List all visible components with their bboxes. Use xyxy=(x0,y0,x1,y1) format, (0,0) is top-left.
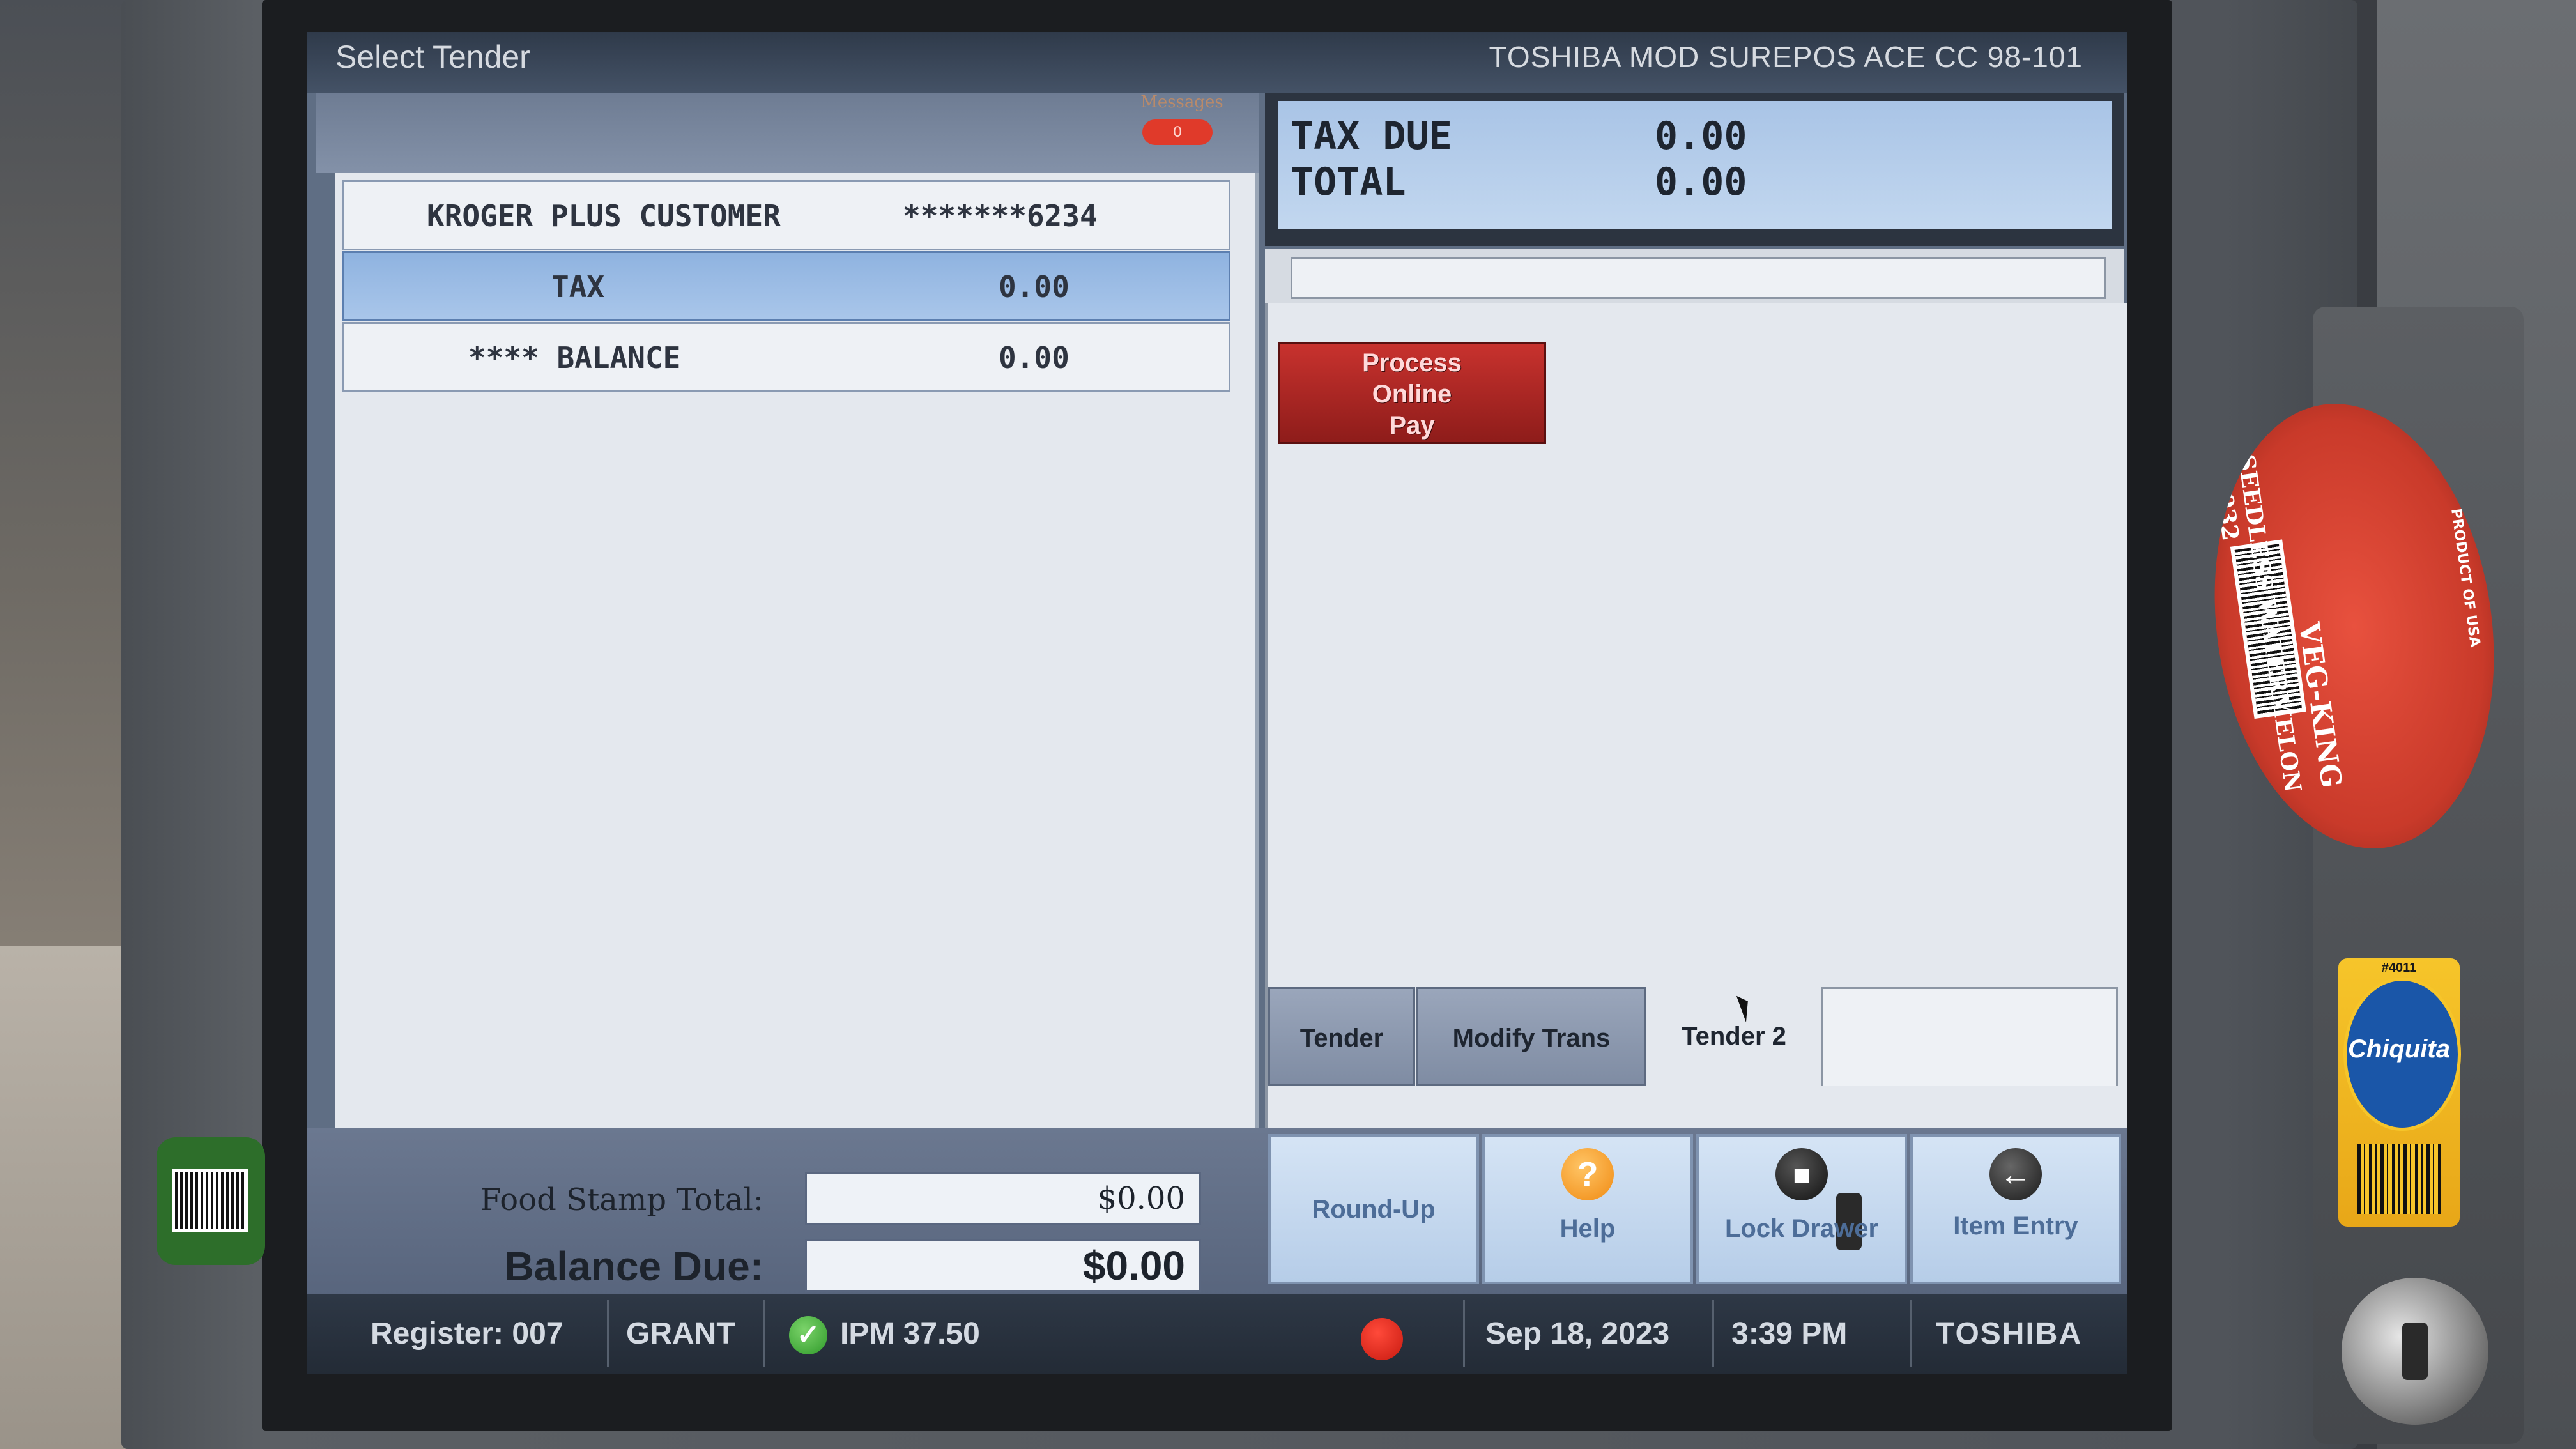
status-separator xyxy=(1463,1300,1465,1367)
status-separator xyxy=(1910,1300,1912,1367)
receipt-row-balance[interactable]: **** BALANCE 0.00 xyxy=(342,322,1230,392)
operator-name: GRANT xyxy=(626,1317,735,1351)
tax-due-label: TAX DUE xyxy=(1291,114,1452,158)
round-up-label: Round-Up xyxy=(1312,1195,1436,1223)
receipt-row-value: 0.00 xyxy=(999,270,1070,304)
totals-display: TAX DUE 0.00 TOTAL 0.00 xyxy=(1278,101,2112,229)
banana-brand-text: Chiquita xyxy=(2348,1035,2450,1063)
produce-sticker xyxy=(157,1137,265,1265)
process-online-pay-button[interactable]: Process Online Pay xyxy=(1278,342,1546,444)
status-time: 3:39 PM xyxy=(1731,1317,1848,1351)
tab-empty xyxy=(1821,987,2118,1086)
lock-drawer-label: Lock Drawer xyxy=(1724,1215,1879,1243)
receipt-header xyxy=(316,93,1259,172)
red-dot-icon xyxy=(1361,1318,1403,1360)
tax-due-value: 0.00 xyxy=(1655,114,1747,158)
key-lock xyxy=(2342,1278,2488,1425)
total-label: TOTAL xyxy=(1291,160,1406,204)
process-button-line-1: Process xyxy=(1362,349,1462,377)
status-bar: Register: 007 GRANT ✓ IPM 37.50 Sep 18, … xyxy=(307,1294,2128,1374)
receipt-row-label: TAX xyxy=(551,270,605,304)
receipt-row-value: 0.00 xyxy=(999,341,1070,375)
padlock-icon: ■ xyxy=(1775,1148,1862,1250)
status-date: Sep 18, 2023 xyxy=(1485,1317,1670,1351)
food-stamp-total-field: $0.00 xyxy=(805,1172,1201,1225)
help-button[interactable]: ? Help xyxy=(1482,1134,1693,1284)
checkmark-icon: ✓ xyxy=(789,1316,827,1354)
item-entry-button[interactable]: ← Item Entry xyxy=(1910,1134,2121,1284)
messages-indicator[interactable]: Messages 0 xyxy=(1131,93,1233,150)
back-arrow-icon: ← xyxy=(1989,1148,2042,1200)
tender-tabs: Tender Modify Trans Tender 2 xyxy=(1268,987,2118,1089)
food-stamp-total-label: Food Stamp Total: xyxy=(480,1182,763,1218)
process-button-line-3: Pay xyxy=(1389,411,1435,440)
status-separator xyxy=(1712,1300,1714,1367)
window-title: Select Tender xyxy=(335,39,530,75)
title-bar: Select Tender TOSHIBA MOD SUREPOS ACE CC… xyxy=(307,32,2128,93)
receipt-row-tax[interactable]: TAX 0.00 xyxy=(342,251,1230,321)
status-separator xyxy=(763,1300,765,1367)
device-label: TOSHIBA MOD SUREPOS ACE CC 98-101 xyxy=(1489,40,2083,73)
brand-logo: TOSHIBA xyxy=(1936,1317,2083,1351)
banana-plu-code: #4011 xyxy=(2381,961,2417,975)
process-button-line-2: Online xyxy=(1372,380,1452,408)
status-separator xyxy=(607,1300,609,1367)
banana-barcode xyxy=(2358,1144,2441,1214)
balance-due-field: $0.00 xyxy=(805,1239,1201,1292)
tab-tender[interactable]: Tender xyxy=(1268,987,1415,1086)
tab-modify-trans[interactable]: Modify Trans xyxy=(1416,987,1646,1086)
messages-label: Messages xyxy=(1140,93,1223,112)
help-label: Help xyxy=(1560,1215,1616,1243)
receipt-panel: KROGER PLUS CUSTOMER *******6234 TAX 0.0… xyxy=(335,172,1259,1128)
lock-drawer-button[interactable]: ■ Lock Drawer xyxy=(1696,1134,1907,1284)
pos-screen: Select Tender TOSHIBA MOD SUREPOS ACE CC… xyxy=(307,32,2128,1374)
ipm-status: IPM 37.50 xyxy=(840,1317,980,1351)
banana-sticker: #4011 Chiquita xyxy=(2338,958,2461,1227)
total-value: 0.00 xyxy=(1655,160,1747,204)
item-entry-label: Item Entry xyxy=(1953,1212,2078,1240)
receipt-row-label: **** BALANCE xyxy=(468,341,681,375)
receipt-row-label: KROGER PLUS CUSTOMER xyxy=(427,199,781,233)
messages-count-badge: 0 xyxy=(1142,119,1213,145)
question-mark-icon: ? xyxy=(1561,1148,1614,1200)
round-up-button[interactable]: Round-Up xyxy=(1268,1134,1479,1284)
balance-due-label: Balance Due: xyxy=(504,1243,763,1289)
register-number: Register: 007 xyxy=(371,1317,564,1351)
entry-input[interactable] xyxy=(1291,257,2106,299)
receipt-row-value: *******6234 xyxy=(903,199,1098,233)
tab-tender-2[interactable]: Tender 2 xyxy=(1648,987,1820,1086)
receipt-row-customer[interactable]: KROGER PLUS CUSTOMER *******6234 xyxy=(342,180,1230,250)
